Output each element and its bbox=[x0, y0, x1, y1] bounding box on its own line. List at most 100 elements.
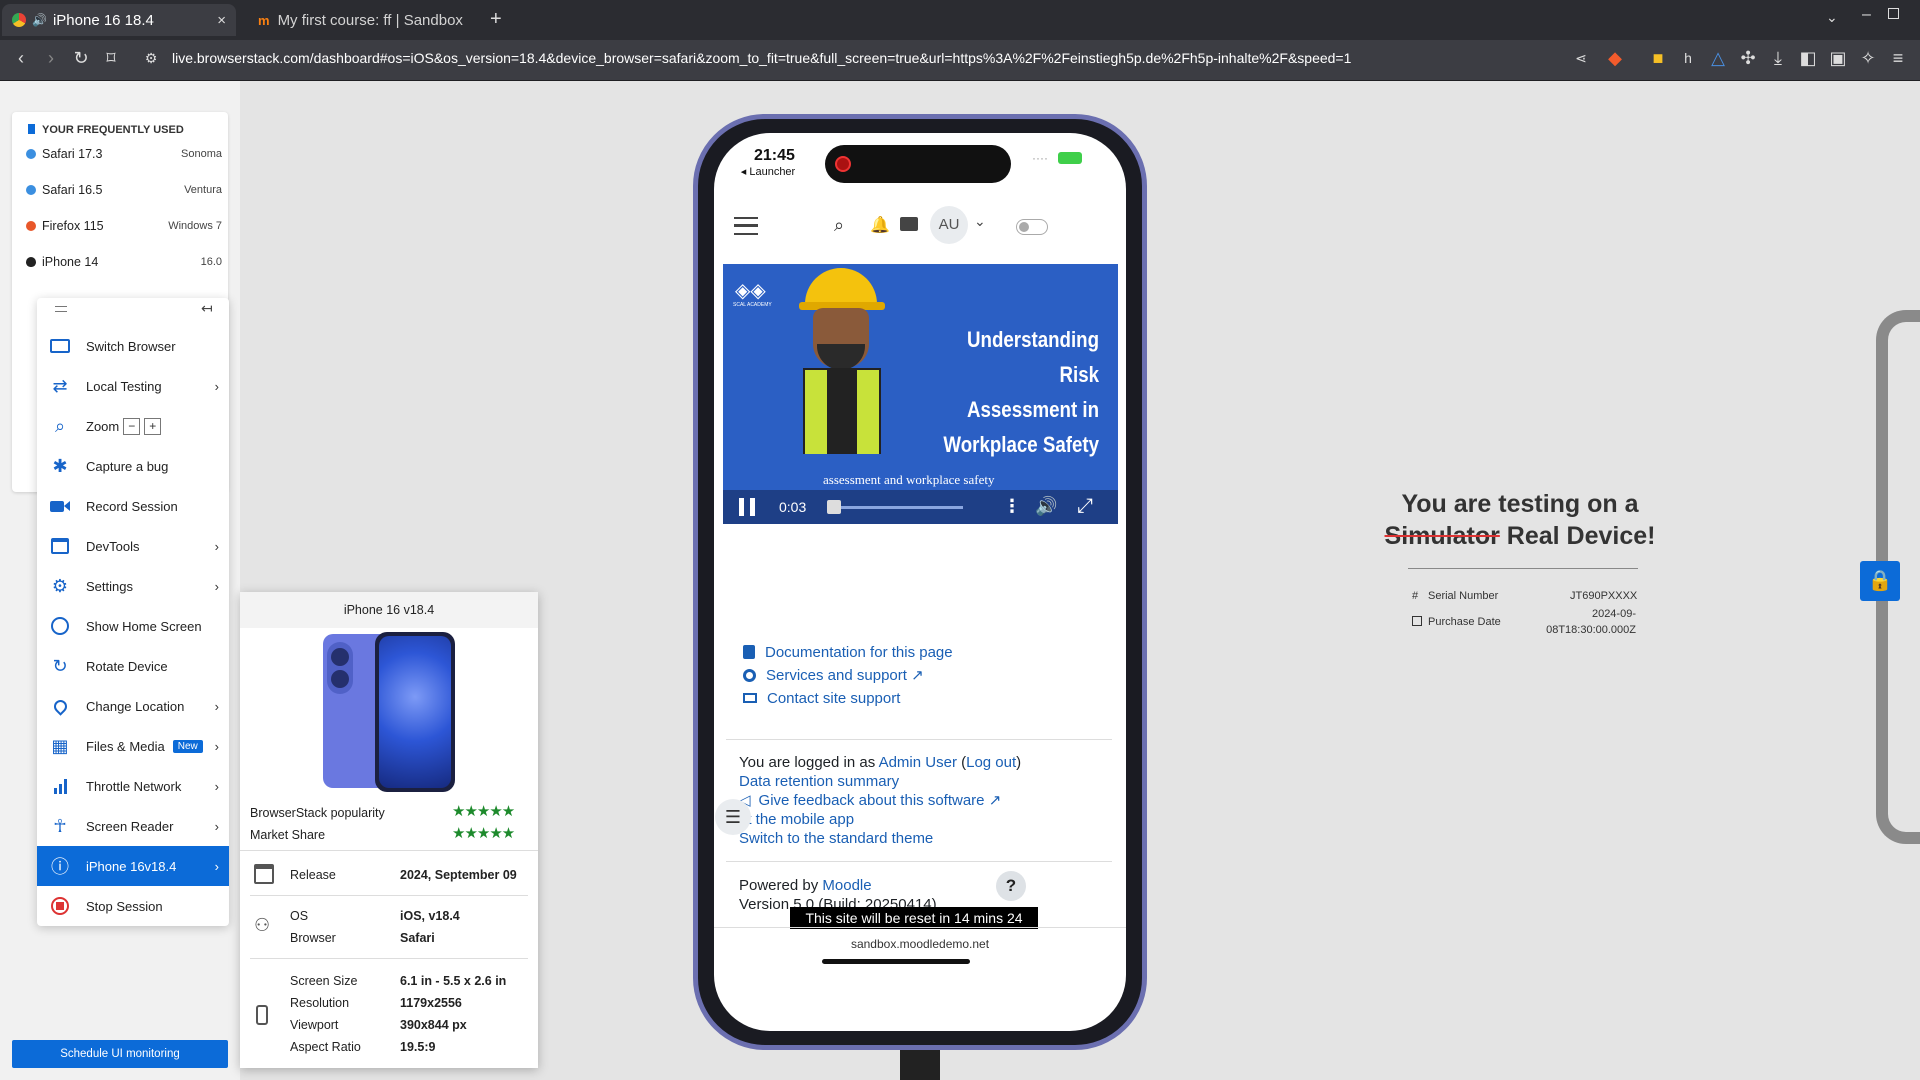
purchase-date-value-2: 08T18:30:00.000Z bbox=[1546, 624, 1636, 636]
chevron-right-icon: › bbox=[214, 858, 219, 874]
accessibility-icon: ☥ bbox=[53, 815, 67, 836]
edit-mode-toggle[interactable] bbox=[1016, 219, 1048, 235]
chevron-right-icon: › bbox=[214, 778, 219, 794]
speaker-icon[interactable]: 🔊 bbox=[32, 13, 47, 27]
extension-h-icon[interactable]: h bbox=[1677, 48, 1699, 68]
chevron-down-icon[interactable]: ⌄ bbox=[974, 213, 986, 230]
menu-rotate-device[interactable]: ↻ Rotate Device bbox=[37, 646, 229, 686]
video-player[interactable]: ◈◈ SCAL ACADEMY Understanding Risk Asses… bbox=[723, 264, 1118, 524]
contact-support-link[interactable]: Contact site support bbox=[743, 687, 953, 710]
maximize-icon[interactable] bbox=[1888, 8, 1899, 19]
battery-icon bbox=[1058, 152, 1082, 164]
drawer-toggle-button[interactable]: ☰ bbox=[715, 799, 751, 835]
close-tab-icon[interactable]: × bbox=[217, 12, 226, 29]
seek-bar[interactable] bbox=[833, 506, 963, 509]
avatar[interactable]: AU bbox=[930, 206, 968, 244]
purchase-date-value-1: 2024-09- bbox=[1591, 608, 1636, 620]
market-share-label: Market Share bbox=[250, 828, 326, 842]
video-title: Understanding Risk Assessment in Workpla… bbox=[924, 322, 1099, 462]
menu-label: Capture a bug bbox=[86, 458, 169, 474]
tab-list-chevron-icon[interactable]: ⌄ bbox=[1826, 9, 1838, 26]
chat-icon[interactable] bbox=[900, 217, 918, 231]
menu-stop-session[interactable]: Stop Session bbox=[37, 886, 229, 926]
bell-icon[interactable]: 🔔 bbox=[870, 215, 890, 235]
tab-label: iPhone 16 18.4 bbox=[52, 11, 154, 29]
puzzle-icon[interactable]: ✣ bbox=[1737, 48, 1759, 68]
tab-course[interactable]: m My first course: ff | Sandbox bbox=[248, 4, 484, 36]
forward-icon[interactable]: › bbox=[40, 48, 62, 68]
logout-link[interactable]: Log out bbox=[966, 754, 1016, 771]
menu-capture-bug[interactable]: ✱ Capture a bug bbox=[37, 446, 229, 486]
zoom-out-button[interactable]: − bbox=[123, 417, 141, 435]
leo-icon[interactable]: ✧ bbox=[1857, 48, 1879, 68]
reload-icon[interactable]: ↻ bbox=[70, 48, 92, 68]
viewport-label: Viewport bbox=[290, 1018, 339, 1032]
menu-switch-browser[interactable]: Switch Browser bbox=[37, 326, 229, 366]
menu-record-session[interactable]: Record Session bbox=[37, 486, 229, 526]
frequent-item-name: Firefox 115 bbox=[42, 219, 104, 233]
new-tab-button[interactable]: + bbox=[490, 8, 502, 31]
bug-icon: ✱ bbox=[52, 455, 68, 476]
url-domain: sandbox.moodledemo.net bbox=[850, 937, 990, 951]
user-link[interactable]: Admin User bbox=[879, 754, 957, 771]
menu-throttle-network[interactable]: Throttle Network › bbox=[37, 766, 229, 806]
schedule-ui-monitoring-button[interactable]: Schedule UI monitoring bbox=[12, 1040, 228, 1068]
mobile-app-link[interactable]: et the mobile app bbox=[739, 810, 1021, 829]
search-icon[interactable]: ⌕ bbox=[834, 215, 844, 236]
menu-icon[interactable]: ≡ bbox=[1887, 48, 1909, 68]
more-options-icon[interactable]: ⋮ bbox=[1003, 496, 1021, 517]
tab-iphone[interactable]: 🔊 iPhone 16 18.4 × bbox=[2, 4, 236, 36]
collapse-icon[interactable]: ↤ bbox=[201, 300, 213, 317]
menu-screen-reader[interactable]: ☥ Screen Reader › bbox=[37, 806, 229, 846]
hamburger-menu-icon[interactable] bbox=[734, 217, 758, 235]
simulator-strike: Simulator bbox=[1384, 522, 1500, 550]
lock-icon[interactable]: 🔒 bbox=[1860, 561, 1900, 601]
menu-label: Change Location bbox=[86, 698, 185, 714]
back-to-launcher[interactable]: ◂ Launcher bbox=[728, 165, 808, 178]
fullscreen-icon[interactable]: ⤢ bbox=[1077, 495, 1093, 518]
real-device-notice: You are testing on a Simulator Real Devi… bbox=[1360, 488, 1680, 552]
wallet-icon[interactable]: ▣ bbox=[1827, 48, 1849, 68]
chevron-right-icon: › bbox=[214, 378, 219, 394]
menu-show-home-screen[interactable]: Show Home Screen bbox=[37, 606, 229, 646]
documentation-link[interactable]: Documentation for this page bbox=[743, 641, 953, 664]
extension-yellow-icon[interactable]: ■ bbox=[1647, 48, 1669, 68]
data-retention-link[interactable]: Data retention summary bbox=[739, 772, 1021, 791]
sidebar-icon[interactable]: ◧ bbox=[1797, 48, 1819, 68]
extension-triangle-icon[interactable]: △ bbox=[1707, 48, 1729, 68]
menu-devtools[interactable]: DevTools › bbox=[37, 526, 229, 566]
menu-label: Stop Session bbox=[86, 898, 163, 914]
download-icon[interactable]: ⤓ bbox=[1767, 48, 1789, 68]
back-icon[interactable]: ‹ bbox=[10, 48, 32, 68]
envelope-icon bbox=[743, 693, 757, 703]
zoom-in-button[interactable]: + bbox=[144, 417, 162, 435]
menu-files-media[interactable]: ▦ Files & Media New › bbox=[37, 726, 229, 766]
standard-theme-link[interactable]: Switch to the standard theme bbox=[739, 829, 1021, 848]
brave-shield-icon[interactable]: ◆ bbox=[1604, 48, 1626, 68]
frequent-item[interactable]: Firefox 115 Windows 7 bbox=[26, 208, 222, 244]
moodle-link[interactable]: Moodle bbox=[822, 877, 871, 894]
url-input[interactable]: live.browserstack.com/dashboard#os=iOS&o… bbox=[172, 50, 1351, 66]
user-info-block: You are logged in as Admin User (Log out… bbox=[739, 753, 1021, 848]
frequent-item[interactable]: Safari 17.3 Sonoma bbox=[26, 136, 222, 172]
minimize-icon[interactable]: – bbox=[1862, 6, 1871, 24]
bookmark-icon[interactable]: ⌑ bbox=[100, 48, 122, 68]
volume-icon[interactable]: 🔊 bbox=[1035, 496, 1057, 517]
lifebuoy-icon bbox=[743, 669, 756, 682]
site-settings-icon[interactable]: ⚙ bbox=[140, 48, 162, 68]
phone-screen[interactable]: 21:45 ◂ Launcher ···· ⌕ 🔔 AU ⌄ ◈◈ SCAL A… bbox=[714, 133, 1126, 1031]
services-support-link[interactable]: Services and support ↗ bbox=[743, 664, 953, 687]
menu-device-info[interactable]: ⓘ iPhone 16v18.4 › bbox=[37, 846, 229, 886]
serial-number-value: JT690PXXXX bbox=[1570, 590, 1638, 602]
menu-change-location[interactable]: Change Location › bbox=[37, 686, 229, 726]
frequent-item[interactable]: Safari 16.5 Ventura bbox=[26, 172, 222, 208]
menu-settings[interactable]: ⚙ Settings › bbox=[37, 566, 229, 606]
drag-handle-icon[interactable] bbox=[55, 306, 67, 312]
seek-handle[interactable] bbox=[827, 500, 841, 514]
share-icon[interactable]: ⋖ bbox=[1570, 48, 1592, 68]
menu-local-testing[interactable]: ⇄ Local Testing › bbox=[37, 366, 229, 406]
frequent-item[interactable]: iPhone 14 16.0 bbox=[26, 244, 222, 280]
feedback-link[interactable]: ◁ Give feedback about this software ↗ bbox=[739, 791, 1021, 810]
pause-icon[interactable] bbox=[739, 498, 755, 516]
help-button[interactable]: ? bbox=[996, 871, 1026, 901]
